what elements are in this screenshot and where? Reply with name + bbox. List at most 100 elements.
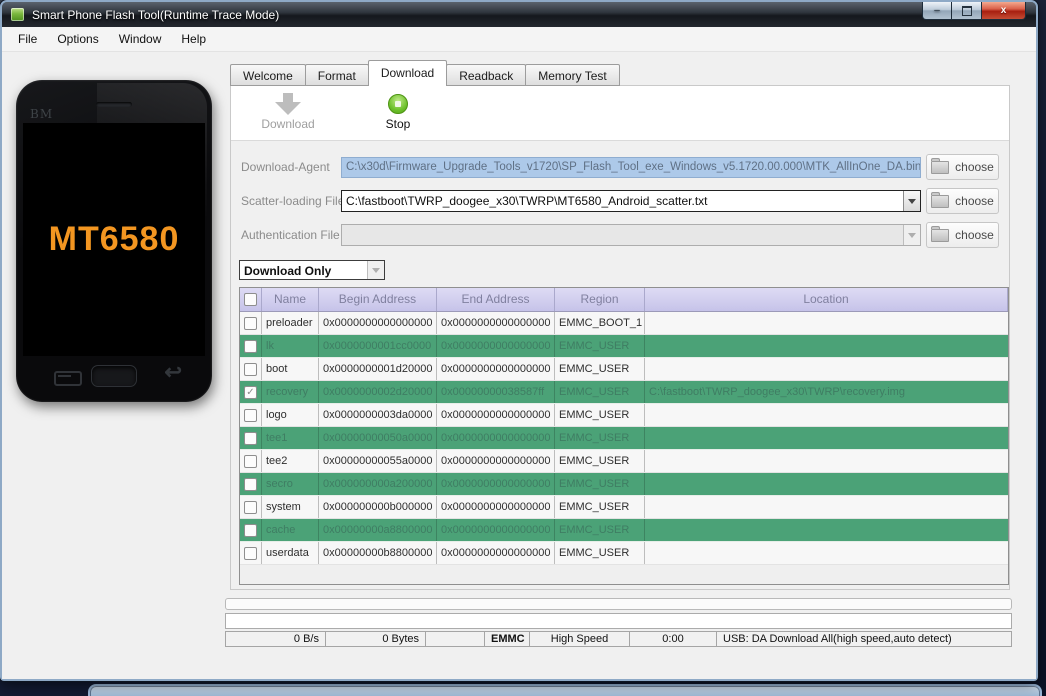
phone-preview: BM MT6580 ↩ bbox=[16, 80, 212, 402]
minimize-button[interactable]: – bbox=[922, 2, 952, 20]
begin-address-cell: 0x0000000000000000 bbox=[319, 312, 437, 334]
partition-row-boot[interactable]: boot0x0000000001d200000x0000000000000000… bbox=[240, 358, 1008, 381]
name-cell: tee2 bbox=[262, 450, 319, 472]
partition-row-logo[interactable]: logo0x0000000003da00000x0000000000000000… bbox=[240, 404, 1008, 427]
begin-address-cell: 0x00000000055a0000 bbox=[319, 450, 437, 472]
partition-row-secro[interactable]: secro0x000000000a2000000x000000000000000… bbox=[240, 473, 1008, 496]
row-checkbox-cache[interactable] bbox=[244, 524, 257, 537]
region-cell: EMMC_USER bbox=[555, 404, 645, 426]
location-cell: C:\fastboot\TWRP_doogee_x30\TWRP\recover… bbox=[645, 381, 1008, 403]
location-cell bbox=[645, 335, 1008, 357]
partition-row-recovery[interactable]: ✓recovery0x0000000002d200000x00000000038… bbox=[240, 381, 1008, 404]
tab-download[interactable]: Download bbox=[368, 60, 447, 86]
region-cell: EMMC_USER bbox=[555, 542, 645, 564]
end-address-cell: 0x0000000000000000 bbox=[437, 473, 555, 495]
maximize-button[interactable] bbox=[952, 2, 982, 20]
menu-options[interactable]: Options bbox=[47, 27, 108, 51]
scatter-dropdown-button[interactable] bbox=[903, 191, 920, 211]
phone-back-icon: ↩ bbox=[164, 360, 182, 385]
menu-window[interactable]: Window bbox=[109, 27, 172, 51]
column-header-location: Location bbox=[645, 288, 1008, 311]
name-cell: userdata bbox=[262, 542, 319, 564]
row-checkbox-boot[interactable] bbox=[244, 363, 257, 376]
end-address-cell: 0x0000000000000000 bbox=[437, 542, 555, 564]
folder-icon bbox=[931, 161, 949, 174]
column-header-name: Name bbox=[262, 288, 319, 311]
menu-help[interactable]: Help bbox=[171, 27, 216, 51]
name-cell: lk bbox=[262, 335, 319, 357]
tab-format[interactable]: Format bbox=[305, 64, 369, 86]
checkbox-cell bbox=[240, 473, 262, 495]
partition-row-cache[interactable]: cache0x00000000a88000000x000000000000000… bbox=[240, 519, 1008, 542]
menu-bar: FileOptionsWindowHelp bbox=[2, 27, 1036, 52]
app-icon bbox=[11, 8, 24, 21]
close-button[interactable]: x bbox=[982, 2, 1026, 20]
phone-home-button bbox=[91, 365, 137, 387]
checkbox-cell: ✓ bbox=[240, 381, 262, 403]
end-address-cell: 0x0000000000000000 bbox=[437, 450, 555, 472]
row-checkbox-tee2[interactable] bbox=[244, 455, 257, 468]
partition-table-body: preloader0x00000000000000000x00000000000… bbox=[240, 312, 1008, 565]
region-cell: EMMC_USER bbox=[555, 473, 645, 495]
tab-welcome[interactable]: Welcome bbox=[230, 64, 306, 86]
name-cell: tee1 bbox=[262, 427, 319, 449]
download-action-label: Download bbox=[246, 117, 330, 131]
location-cell bbox=[645, 473, 1008, 495]
name-cell: logo bbox=[262, 404, 319, 426]
row-checkbox-secro[interactable] bbox=[244, 478, 257, 491]
separator-panel bbox=[225, 598, 1012, 610]
location-cell bbox=[645, 519, 1008, 541]
end-address-cell: 0x0000000000000000 bbox=[437, 335, 555, 357]
name-cell: recovery bbox=[262, 381, 319, 403]
download-tab-panel: Download Stop Download-Agent C:\x30d\Fir… bbox=[230, 85, 1010, 590]
partition-row-tee1[interactable]: tee10x00000000050a00000x0000000000000000… bbox=[240, 427, 1008, 450]
scatter-file-combobox[interactable]: C:\fastboot\TWRP_doogee_x30\TWRP\MT6580_… bbox=[341, 190, 921, 212]
region-cell: EMMC_USER bbox=[555, 427, 645, 449]
status-storage-type: EMMC bbox=[484, 631, 530, 647]
menu-file[interactable]: File bbox=[8, 27, 47, 51]
download-mode-combobox[interactable]: Download Only bbox=[239, 260, 385, 280]
end-address-cell: 0x0000000000000000 bbox=[437, 427, 555, 449]
row-checkbox-userdata[interactable] bbox=[244, 547, 257, 560]
mode-dropdown-button[interactable] bbox=[367, 261, 384, 279]
scatter-file-value: C:\fastboot\TWRP_doogee_x30\TWRP\MT6580_… bbox=[342, 191, 903, 211]
partition-row-tee2[interactable]: tee20x00000000055a00000x0000000000000000… bbox=[240, 450, 1008, 473]
chevron-down-icon bbox=[908, 233, 916, 238]
row-checkbox-logo[interactable] bbox=[244, 409, 257, 422]
select-all-checkbox[interactable] bbox=[244, 293, 257, 306]
row-checkbox-tee1[interactable] bbox=[244, 432, 257, 445]
partition-row-preloader[interactable]: preloader0x00000000000000000x00000000000… bbox=[240, 312, 1008, 335]
stop-action-button[interactable]: Stop bbox=[356, 93, 440, 131]
row-checkbox-system[interactable] bbox=[244, 501, 257, 514]
download-action-button[interactable]: Download bbox=[246, 93, 330, 131]
folder-icon bbox=[931, 195, 949, 208]
checkbox-cell bbox=[240, 542, 262, 564]
partition-row-lk[interactable]: lk0x0000000001cc00000x0000000000000000EM… bbox=[240, 335, 1008, 358]
partition-table-header: NameBegin AddressEnd AddressRegionLocati… bbox=[240, 288, 1008, 312]
partition-row-userdata[interactable]: userdata0x00000000b88000000x000000000000… bbox=[240, 542, 1008, 565]
download-agent-field[interactable]: C:\x30d\Firmware_Upgrade_Tools_v1720\SP_… bbox=[341, 157, 921, 178]
status-bytes: 0 Bytes bbox=[325, 631, 426, 647]
partition-row-system[interactable]: system0x000000000b0000000x00000000000000… bbox=[240, 496, 1008, 519]
begin-address-cell: 0x00000000050a0000 bbox=[319, 427, 437, 449]
checkbox-cell bbox=[240, 335, 262, 357]
checkbox-cell bbox=[240, 519, 262, 541]
location-cell bbox=[645, 312, 1008, 334]
location-cell bbox=[645, 358, 1008, 380]
auth-choose-button[interactable]: choose bbox=[926, 222, 999, 248]
download-agent-choose-button[interactable]: choose bbox=[926, 154, 999, 180]
row-checkbox-lk[interactable] bbox=[244, 340, 257, 353]
row-checkbox-preloader[interactable] bbox=[244, 317, 257, 330]
end-address-cell: 0x0000000000000000 bbox=[437, 519, 555, 541]
begin-address-cell: 0x0000000002d20000 bbox=[319, 381, 437, 403]
tab-memory-test[interactable]: Memory Test bbox=[525, 64, 619, 86]
column-header-end-address: End Address bbox=[437, 288, 555, 311]
location-cell bbox=[645, 404, 1008, 426]
end-address-cell: 0x0000000000000000 bbox=[437, 404, 555, 426]
column-header-select bbox=[240, 288, 262, 311]
title-bar: Smart Phone Flash Tool(Runtime Trace Mod… bbox=[2, 2, 1036, 27]
row-checkbox-recovery[interactable]: ✓ bbox=[244, 386, 257, 399]
tab-readback[interactable]: Readback bbox=[446, 64, 526, 86]
progress-bar bbox=[225, 613, 1012, 629]
scatter-choose-button[interactable]: choose bbox=[926, 188, 999, 214]
